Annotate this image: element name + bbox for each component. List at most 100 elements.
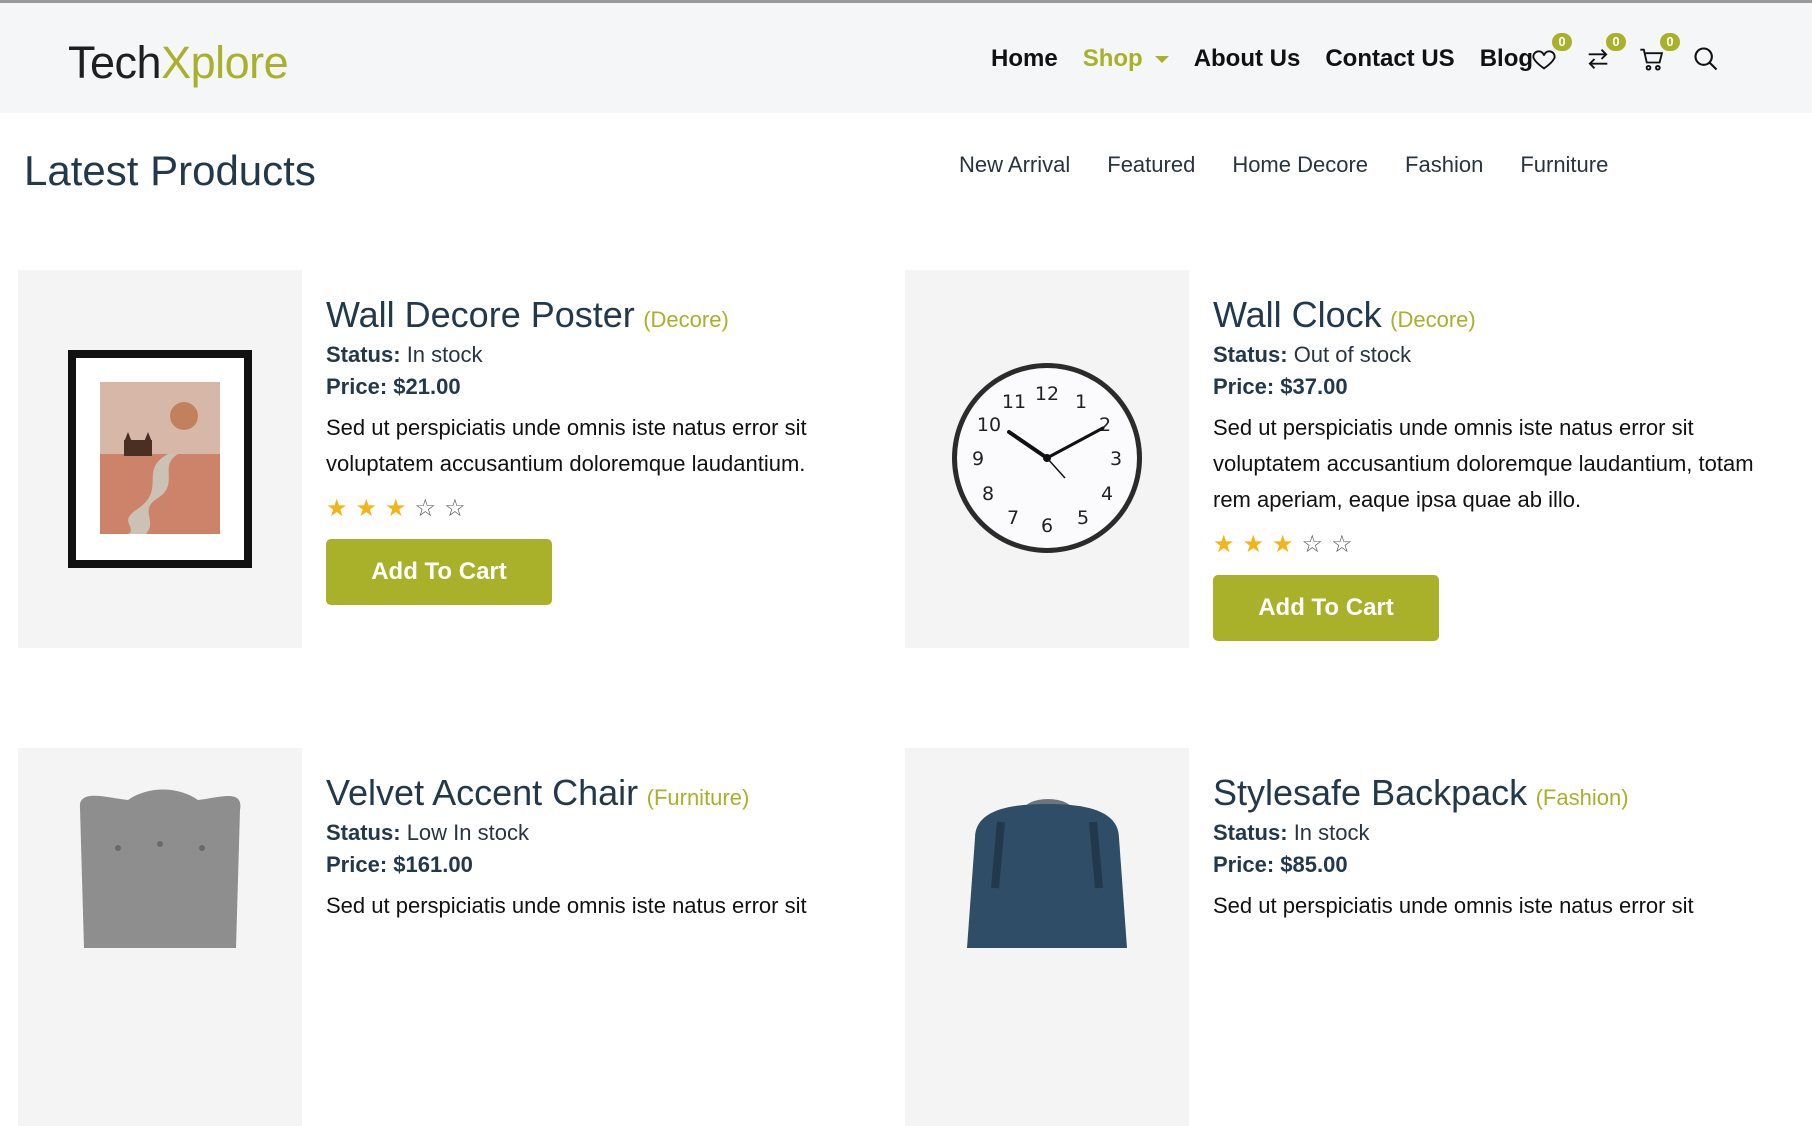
site-logo[interactable]: TechXplore	[68, 37, 289, 89]
filter-fashion[interactable]: Fashion	[1405, 152, 1483, 178]
status-label: Status:	[326, 820, 401, 845]
price-value: $85.00	[1280, 852, 1348, 877]
status-label: Status:	[1213, 342, 1288, 367]
product-info: Stylesafe Backpack (Fashion) Status: In …	[1213, 772, 1773, 924]
nav-shop[interactable]: Shop	[1083, 45, 1169, 73]
svg-text:7: 7	[1007, 507, 1019, 529]
chair-image	[79, 789, 241, 948]
filter-featured[interactable]: Featured	[1107, 152, 1195, 178]
product-category: (Fashion)	[1535, 785, 1629, 810]
wishlist-button[interactable]: 0	[1530, 33, 1572, 73]
header-icons: 0 0 0	[1530, 33, 1720, 73]
compare-count-badge: 0	[1606, 33, 1626, 51]
product-status: Status: Out of stock	[1213, 342, 1773, 368]
product-image[interactable]	[18, 270, 302, 648]
product-description: Sed ut perspiciatis unde omnis iste natu…	[326, 893, 807, 918]
star-empty-icon: ☆	[414, 495, 437, 522]
product-price: Price: $37.00	[1213, 374, 1773, 400]
product-description: Sed ut perspiciatis unde omnis iste natu…	[326, 415, 807, 476]
price-value: $161.00	[393, 852, 473, 877]
filter-new-arrival[interactable]: New Arrival	[959, 152, 1070, 178]
product-image[interactable]	[905, 748, 1189, 1126]
price-value: $37.00	[1280, 374, 1348, 399]
backpack-image	[967, 799, 1127, 948]
product-info: Wall Clock (Decore) Status: Out of stock…	[1213, 294, 1773, 641]
poster-image	[68, 350, 252, 568]
product-price: Price: $85.00	[1213, 852, 1773, 878]
svg-text:10: 10	[977, 414, 1001, 436]
product-description: Sed ut perspiciatis unde omnis iste natu…	[1213, 415, 1754, 512]
add-to-cart-button[interactable]: Add To Cart	[326, 539, 552, 605]
product-category: (Decore)	[643, 307, 729, 332]
rating-stars: ★ ★ ★ ☆ ☆	[326, 494, 886, 523]
status-value: Out of stock	[1293, 342, 1412, 367]
product-name[interactable]: Wall Clock	[1213, 294, 1382, 335]
price-label: Price:	[326, 852, 388, 877]
product-name[interactable]: Velvet Accent Chair	[326, 772, 638, 813]
product-price: Price: $161.00	[326, 852, 886, 878]
compare-button[interactable]: 0	[1584, 33, 1626, 73]
svg-text:12: 12	[1035, 383, 1059, 405]
svg-text:6: 6	[1041, 515, 1053, 537]
star-empty-icon: ☆	[444, 495, 466, 522]
cart-icon	[1640, 48, 1664, 71]
rating-stars: ★ ★ ★ ☆ ☆	[1213, 530, 1773, 559]
add-to-cart-button[interactable]: Add To Cart	[1213, 575, 1439, 641]
svg-text:2: 2	[1099, 414, 1111, 436]
nav-contact-us[interactable]: Contact US	[1325, 45, 1454, 73]
nav-about-us[interactable]: About Us	[1194, 45, 1301, 73]
svg-text:5: 5	[1077, 507, 1089, 529]
status-value: In stock	[406, 342, 483, 367]
nav-blog[interactable]: Blog	[1480, 45, 1533, 73]
svg-text:4: 4	[1101, 483, 1113, 505]
filter-furniture[interactable]: Furniture	[1520, 152, 1608, 178]
svg-text:11: 11	[1002, 391, 1026, 413]
star-filled-icon: ★	[1242, 531, 1265, 558]
main-nav: Home Shop About Us Contact US Blog	[991, 45, 1533, 73]
status-value: Low In stock	[406, 820, 529, 845]
star-empty-icon: ☆	[1331, 531, 1353, 558]
product-name[interactable]: Stylesafe Backpack	[1213, 772, 1527, 813]
nav-home[interactable]: Home	[991, 45, 1058, 73]
star-filled-icon: ★	[326, 495, 348, 522]
clock-image: 12 1 2 3 4 5 6 7 8 9 10 11	[952, 363, 1142, 553]
star-filled-icon: ★	[1213, 531, 1235, 558]
product-category: (Furniture)	[646, 785, 750, 810]
product-name[interactable]: Wall Decore Poster	[326, 294, 635, 335]
wishlist-count-badge: 0	[1552, 33, 1572, 51]
price-value: $21.00	[393, 374, 461, 399]
site-header: TechXplore Home Shop About Us Contact US…	[0, 3, 1812, 113]
nav-shop-label: Shop	[1082, 45, 1143, 72]
status-value: In stock	[1293, 820, 1370, 845]
star-filled-icon: ★	[385, 495, 407, 522]
product-info: Velvet Accent Chair (Furniture) Status: …	[326, 772, 886, 924]
logo-text-tech: Tech	[68, 37, 162, 88]
search-button[interactable]	[1692, 45, 1720, 73]
product-price: Price: $21.00	[326, 374, 886, 400]
star-filled-icon: ★	[1272, 531, 1294, 558]
star-filled-icon: ★	[355, 495, 378, 522]
status-label: Status:	[1213, 820, 1288, 845]
product-status: Status: Low In stock	[326, 820, 886, 846]
cart-count-badge: 0	[1660, 33, 1680, 51]
section-title: Latest Products	[24, 147, 316, 194]
compare-arrows-icon	[1588, 49, 1608, 69]
product-image[interactable]	[18, 748, 302, 1126]
cart-button[interactable]: 0	[1638, 33, 1680, 73]
product-status: Status: In stock	[326, 342, 886, 368]
price-label: Price:	[326, 374, 388, 399]
svg-text:1: 1	[1075, 391, 1087, 413]
svg-text:9: 9	[972, 448, 984, 470]
status-label: Status:	[326, 342, 401, 367]
product-info: Wall Decore Poster (Decore) Status: In s…	[326, 294, 886, 605]
product-filter-tabs: New Arrival Featured Home Decore Fashion…	[959, 152, 1608, 178]
chevron-down-icon	[1154, 55, 1169, 63]
product-image[interactable]: 12 1 2 3 4 5 6 7 8 9 10 11	[905, 270, 1189, 648]
price-label: Price:	[1213, 374, 1275, 399]
svg-text:3: 3	[1110, 448, 1122, 470]
search-icon	[1694, 47, 1718, 71]
product-category: (Decore)	[1390, 307, 1476, 332]
svg-text:8: 8	[982, 483, 994, 505]
filter-home-decore[interactable]: Home Decore	[1232, 152, 1368, 178]
price-label: Price:	[1213, 852, 1275, 877]
